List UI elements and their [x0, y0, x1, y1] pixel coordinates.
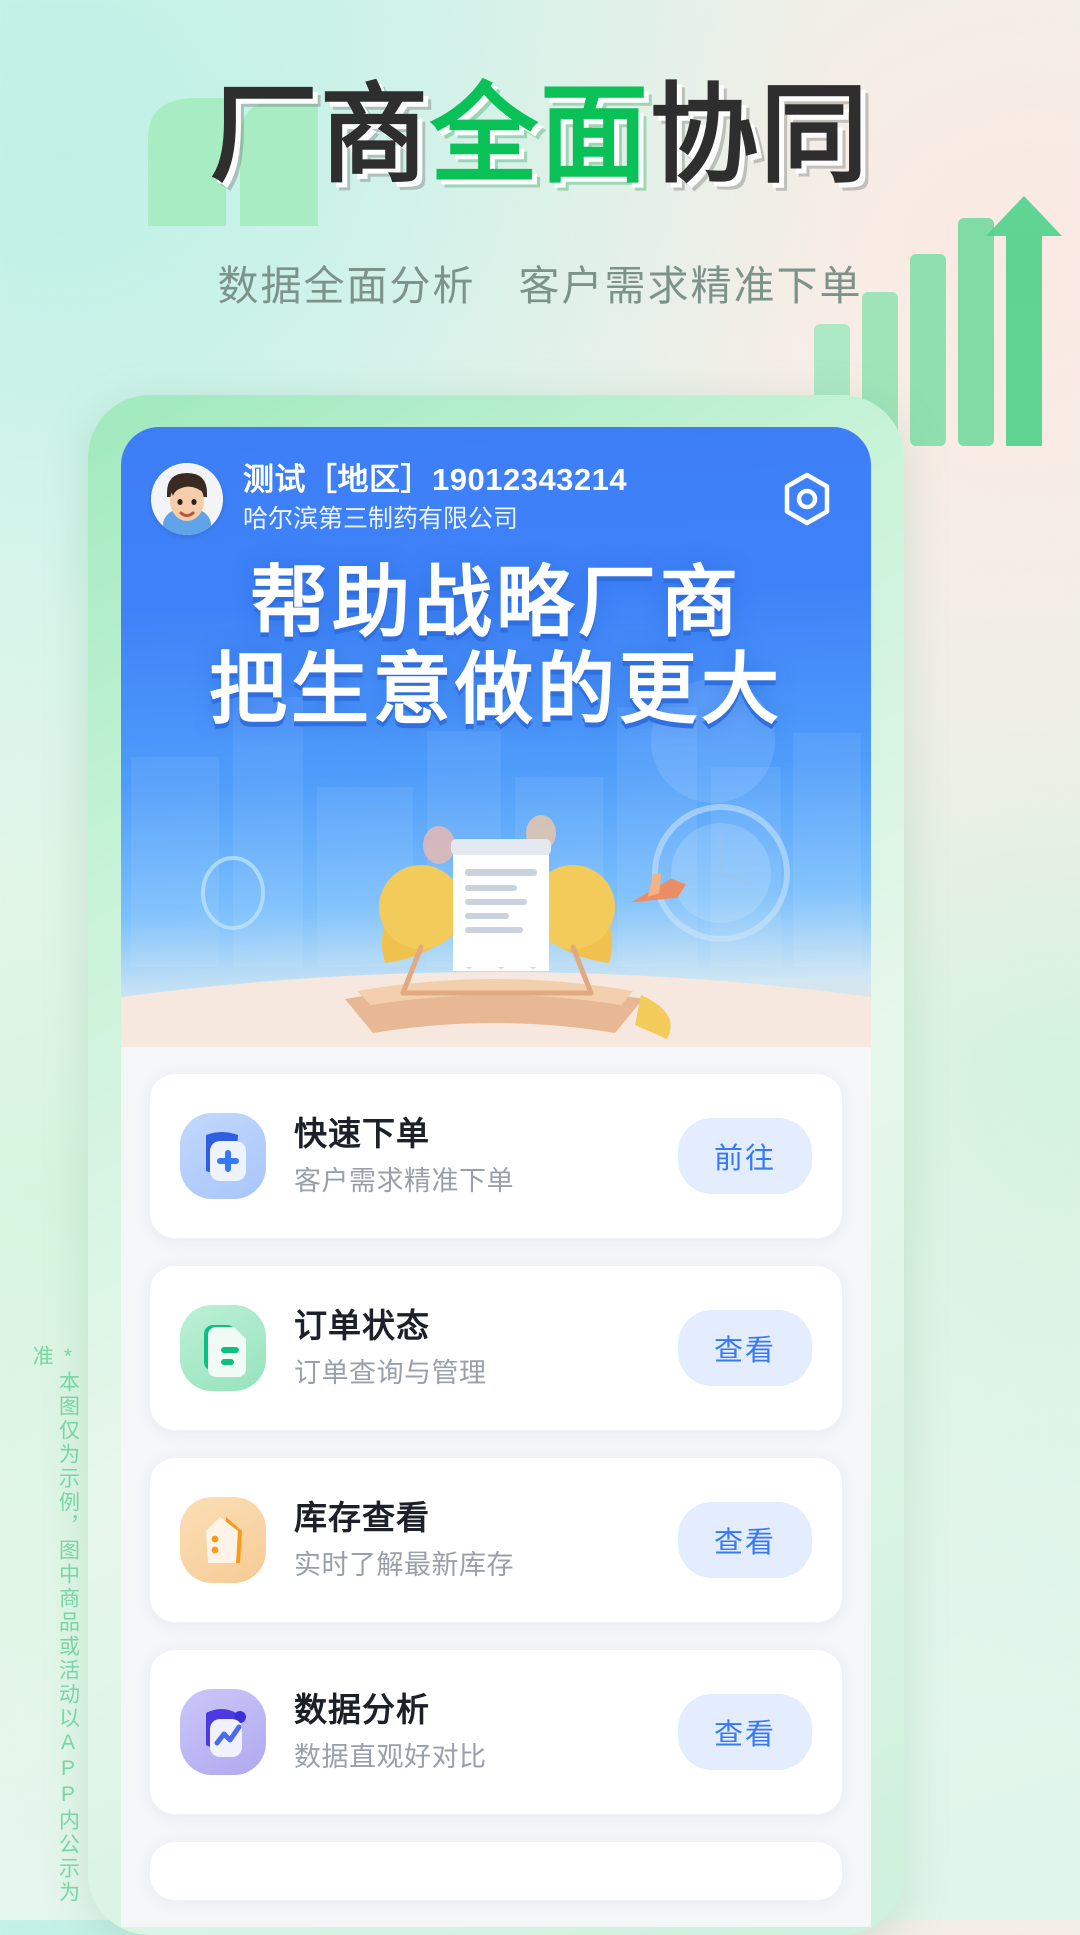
banner-slogan-line-2: 把生意做的更大 — [208, 644, 783, 733]
card-title: 订单状态 — [294, 1306, 430, 1344]
view-button[interactable]: 查看 — [677, 1310, 812, 1386]
hexagon-gear-icon[interactable] — [779, 471, 835, 527]
user-company: 哈尔滨第三制药有限公司 — [243, 504, 519, 533]
app-banner: 测试［地区］19012343214 哈尔滨第三制药有限公司 帮助战略厂商 把生意… — [121, 427, 871, 1047]
list-item[interactable]: 库存查看 实时了解最新库存 查看 — [149, 1457, 843, 1623]
card-subtitle: 客户需求精准下单 — [294, 1166, 514, 1197]
card-subtitle: 数据直观好对比 — [294, 1742, 487, 1773]
go-button[interactable]: 前往 — [677, 1118, 812, 1194]
headline-part-1: 厂商 — [209, 74, 430, 195]
card-subtitle: 订单查询与管理 — [294, 1358, 487, 1389]
user-info: 测试［地区］19012343214 哈尔滨第三制药有限公司 — [243, 461, 779, 537]
disclaimer-text: *本图仅为示例，图中商品或活动以APP内公示为准 — [30, 1345, 80, 1905]
card-title: 数据分析 — [294, 1690, 430, 1728]
card-text: 快速下单 客户需求精准下单 — [294, 1113, 678, 1200]
gold-coin-airplane-receipt-illustration — [121, 804, 871, 1047]
list-item[interactable]: 数据分析 数据直观好对比 查看 — [149, 1649, 843, 1815]
headline-part-2: 全面 — [429, 74, 650, 195]
card-title: 快速下单 — [294, 1114, 430, 1152]
view-button[interactable]: 查看 — [677, 1694, 812, 1770]
card-title: 库存查看 — [294, 1498, 430, 1536]
app-header-bar: 测试［地区］19012343214 哈尔滨第三制药有限公司 — [121, 427, 871, 537]
feature-card-list: 快速下单 客户需求精准下单 前往 订单状态 订单查询与管理 查看 库存查看 实时… — [121, 1047, 871, 1901]
card-subtitle: 实时了解最新库存 — [294, 1550, 514, 1581]
data-analysis-icon — [180, 1689, 266, 1775]
page-title: 厂商全面协同 — [210, 78, 870, 191]
order-status-icon — [180, 1305, 266, 1391]
list-item[interactable]: 快速下单 客户需求精准下单 前往 — [149, 1073, 843, 1239]
banner-slogan: 帮助战略厂商 把生意做的更大 — [121, 557, 871, 734]
headline-part-3: 协同 — [650, 74, 871, 195]
card-text: 库存查看 实时了解最新库存 — [294, 1497, 678, 1584]
avatar[interactable] — [151, 462, 223, 535]
card-text: 数据分析 数据直观好对比 — [294, 1689, 678, 1776]
card-text: 订单状态 订单查询与管理 — [294, 1305, 678, 1392]
poster-headline-block: 厂商全面协同 — [0, 78, 1080, 226]
banner-slogan-line-1: 帮助战略厂商 — [249, 557, 742, 646]
quick-order-icon — [180, 1113, 266, 1199]
poster-subtitle: 数据全面分析 客户需求精准下单 — [217, 263, 863, 309]
list-item-partial[interactable] — [149, 1841, 843, 1901]
phone-screen: 测试［地区］19012343214 哈尔滨第三制药有限公司 帮助战略厂商 把生意… — [121, 427, 871, 1927]
user-name-phone: 测试［地区］19012343214 — [243, 462, 628, 497]
view-button[interactable]: 查看 — [677, 1502, 812, 1578]
inventory-icon — [180, 1497, 266, 1583]
list-item[interactable]: 订单状态 订单查询与管理 查看 — [149, 1265, 843, 1431]
